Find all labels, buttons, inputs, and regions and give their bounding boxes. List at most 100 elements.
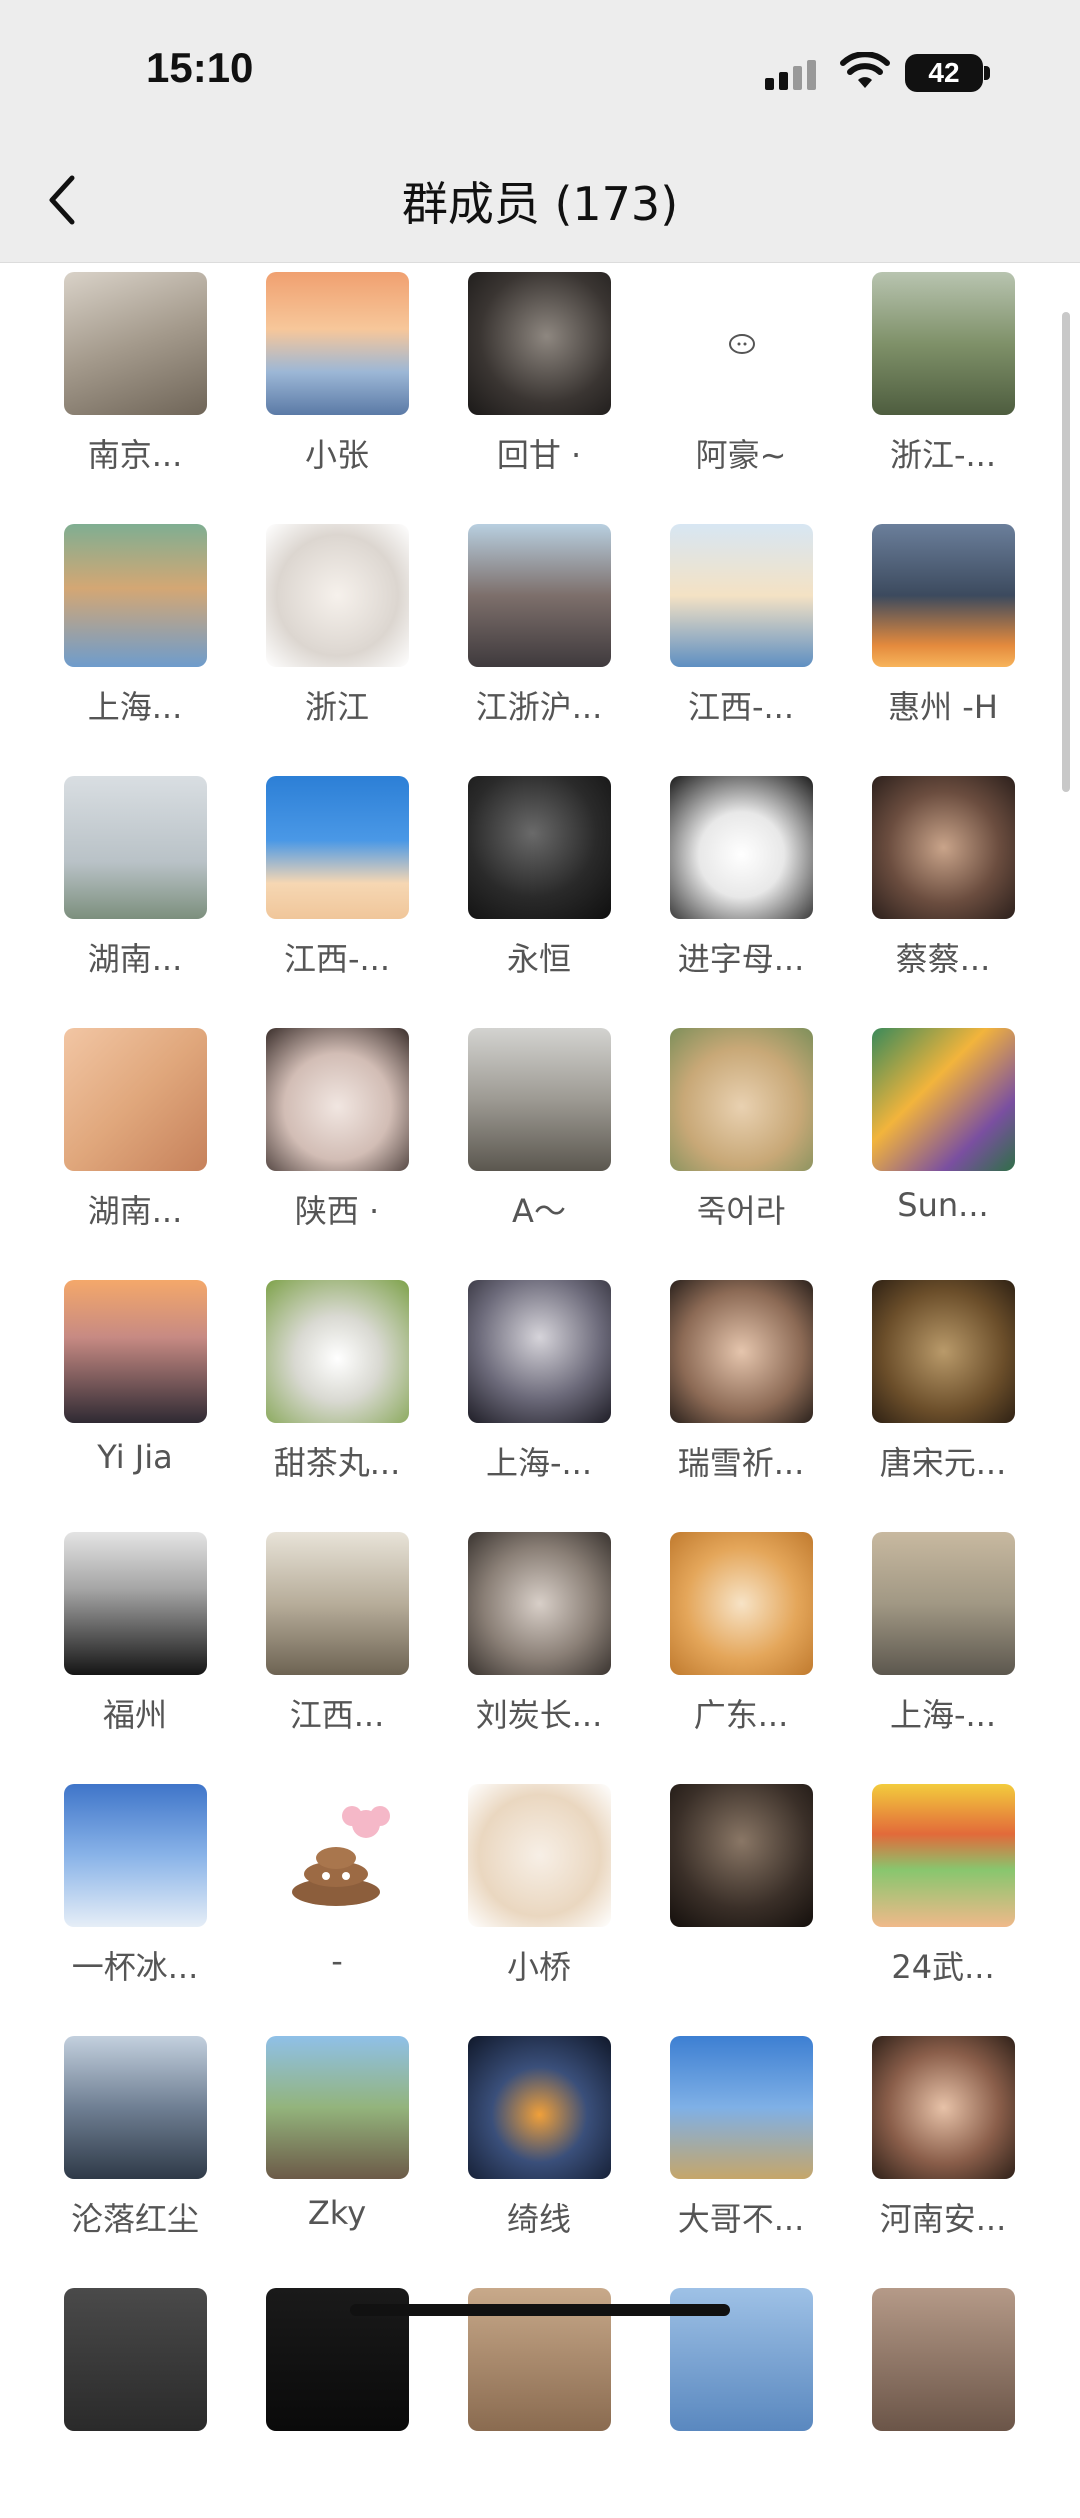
battery-icon: 42 (905, 54, 983, 92)
status-time: 15:10 (146, 44, 254, 91)
member-item[interactable]: 河南安... (842, 2026, 1044, 2266)
member-item[interactable]: 阿豪~ (640, 262, 842, 502)
member-avatar[interactable] (266, 1280, 409, 1423)
member-avatar[interactable] (872, 2036, 1015, 2179)
member-item[interactable]: 甜茶丸... (236, 1270, 438, 1510)
status-bar: 15:10 42 (0, 0, 1080, 140)
member-item[interactable]: A～ (438, 1018, 640, 1258)
member-avatar[interactable] (670, 2036, 813, 2179)
member-avatar[interactable] (64, 272, 207, 415)
member-item[interactable]: Zky (236, 2026, 438, 2266)
member-item[interactable]: 江浙沪... (438, 514, 640, 754)
member-item[interactable]: 绮线 (438, 2026, 640, 2266)
member-item[interactable]: 24武... (842, 1774, 1044, 2014)
member-item[interactable]: 南京... (34, 262, 236, 502)
member-item[interactable]: 小桥 (438, 1774, 640, 2014)
member-avatar[interactable] (64, 1280, 207, 1423)
member-avatar[interactable] (670, 1532, 813, 1675)
member-item[interactable]: 蔡蔡... (842, 766, 1044, 1006)
member-item[interactable]: 上海-... (438, 1270, 640, 1510)
member-item[interactable]: 惠州 -H (842, 514, 1044, 754)
member-item[interactable]: 湖南... (34, 1018, 236, 1258)
member-item[interactable] (640, 1774, 842, 2014)
member-avatar[interactable] (266, 1784, 409, 1927)
member-name: 浙江-... (889, 436, 997, 474)
member-avatar[interactable] (468, 1784, 611, 1927)
member-item[interactable]: 上海-... (842, 1522, 1044, 1762)
member-name: 江西-... (687, 688, 795, 726)
member-avatar[interactable] (64, 2288, 207, 2431)
member-item[interactable]: Sun... (842, 1018, 1044, 1258)
member-item[interactable]: Yi Jia (34, 1270, 236, 1510)
member-item[interactable]: 进字母... (640, 766, 842, 1006)
member-item[interactable]: - (236, 1774, 438, 2014)
member-avatar[interactable] (872, 1784, 1015, 1927)
member-avatar[interactable] (266, 524, 409, 667)
member-avatar[interactable] (64, 2036, 207, 2179)
member-item[interactable]: 广东... (640, 1522, 842, 1762)
member-name: 上海-... (485, 1444, 593, 1482)
member-item[interactable]: 大哥不... (640, 2026, 842, 2266)
member-item[interactable]: 永恒 (438, 766, 640, 1006)
member-name: 湖南... (87, 940, 183, 978)
member-item[interactable]: 刘炭长... (438, 1522, 640, 1762)
member-item[interactable]: 小张 (236, 262, 438, 502)
member-item[interactable]: 沦落红尘 (34, 2026, 236, 2266)
member-avatar[interactable] (64, 1784, 207, 1927)
member-item[interactable]: 回甘 · (438, 262, 640, 502)
member-avatar[interactable] (872, 1028, 1015, 1171)
member-avatar[interactable] (468, 1280, 611, 1423)
member-item[interactable]: 죽어라 (640, 1018, 842, 1258)
member-item[interactable]: 上海... (34, 514, 236, 754)
member-item[interactable]: 陕西 · (236, 1018, 438, 1258)
member-avatar[interactable] (670, 272, 813, 415)
member-name: 江西... (289, 1696, 385, 1734)
member-item[interactable]: 瑞雪祈... (640, 1270, 842, 1510)
member-avatar[interactable] (670, 524, 813, 667)
member-avatar[interactable] (468, 1532, 611, 1675)
member-avatar[interactable] (872, 776, 1015, 919)
member-avatar[interactable] (468, 2036, 611, 2179)
member-avatar[interactable] (64, 524, 207, 667)
member-item[interactable]: 江西-... (236, 766, 438, 1006)
member-avatar[interactable] (266, 2036, 409, 2179)
member-avatar[interactable] (872, 1280, 1015, 1423)
member-avatar[interactable] (266, 1532, 409, 1675)
member-avatar[interactable] (670, 1784, 813, 1927)
member-avatar[interactable] (64, 776, 207, 919)
member-avatar[interactable] (64, 1532, 207, 1675)
member-avatar[interactable] (670, 1028, 813, 1171)
member-avatar[interactable] (266, 776, 409, 919)
wifi-icon (840, 52, 890, 88)
member-avatar[interactable] (266, 272, 409, 415)
member-name: 刘炭长... (475, 1696, 603, 1734)
member-name: 大哥不... (677, 2200, 805, 2238)
member-item[interactable]: 唐宋元... (842, 1270, 1044, 1510)
home-indicator (350, 2304, 730, 2316)
member-avatar[interactable] (670, 1280, 813, 1423)
member-avatar[interactable] (670, 776, 813, 919)
member-item[interactable]: 湖南... (34, 766, 236, 1006)
member-item[interactable]: 江西... (236, 1522, 438, 1762)
member-avatar[interactable] (872, 524, 1015, 667)
member-avatar[interactable] (872, 272, 1015, 415)
member-avatar[interactable] (872, 2288, 1015, 2431)
member-item[interactable]: 福州 (34, 1522, 236, 1762)
member-name: 上海-... (889, 1696, 997, 1734)
member-item[interactable] (34, 2278, 236, 2518)
member-avatar[interactable] (468, 1028, 611, 1171)
member-avatar[interactable] (872, 1532, 1015, 1675)
member-avatar[interactable] (468, 524, 611, 667)
member-avatar[interactable] (64, 1028, 207, 1171)
member-item[interactable]: 一杯冰... (34, 1774, 236, 2014)
member-item[interactable]: 浙江 (236, 514, 438, 754)
member-avatar[interactable] (266, 1028, 409, 1171)
member-avatar[interactable] (468, 272, 611, 415)
member-item[interactable]: 浙江-... (842, 262, 1044, 502)
scrollbar[interactable] (1062, 312, 1070, 792)
member-item[interactable] (842, 2278, 1044, 2518)
member-name: 죽어라 (696, 1192, 786, 1230)
member-avatar[interactable] (468, 776, 611, 919)
nav-bar: 群成员 (173) (0, 140, 1080, 263)
member-item[interactable]: 江西-... (640, 514, 842, 754)
